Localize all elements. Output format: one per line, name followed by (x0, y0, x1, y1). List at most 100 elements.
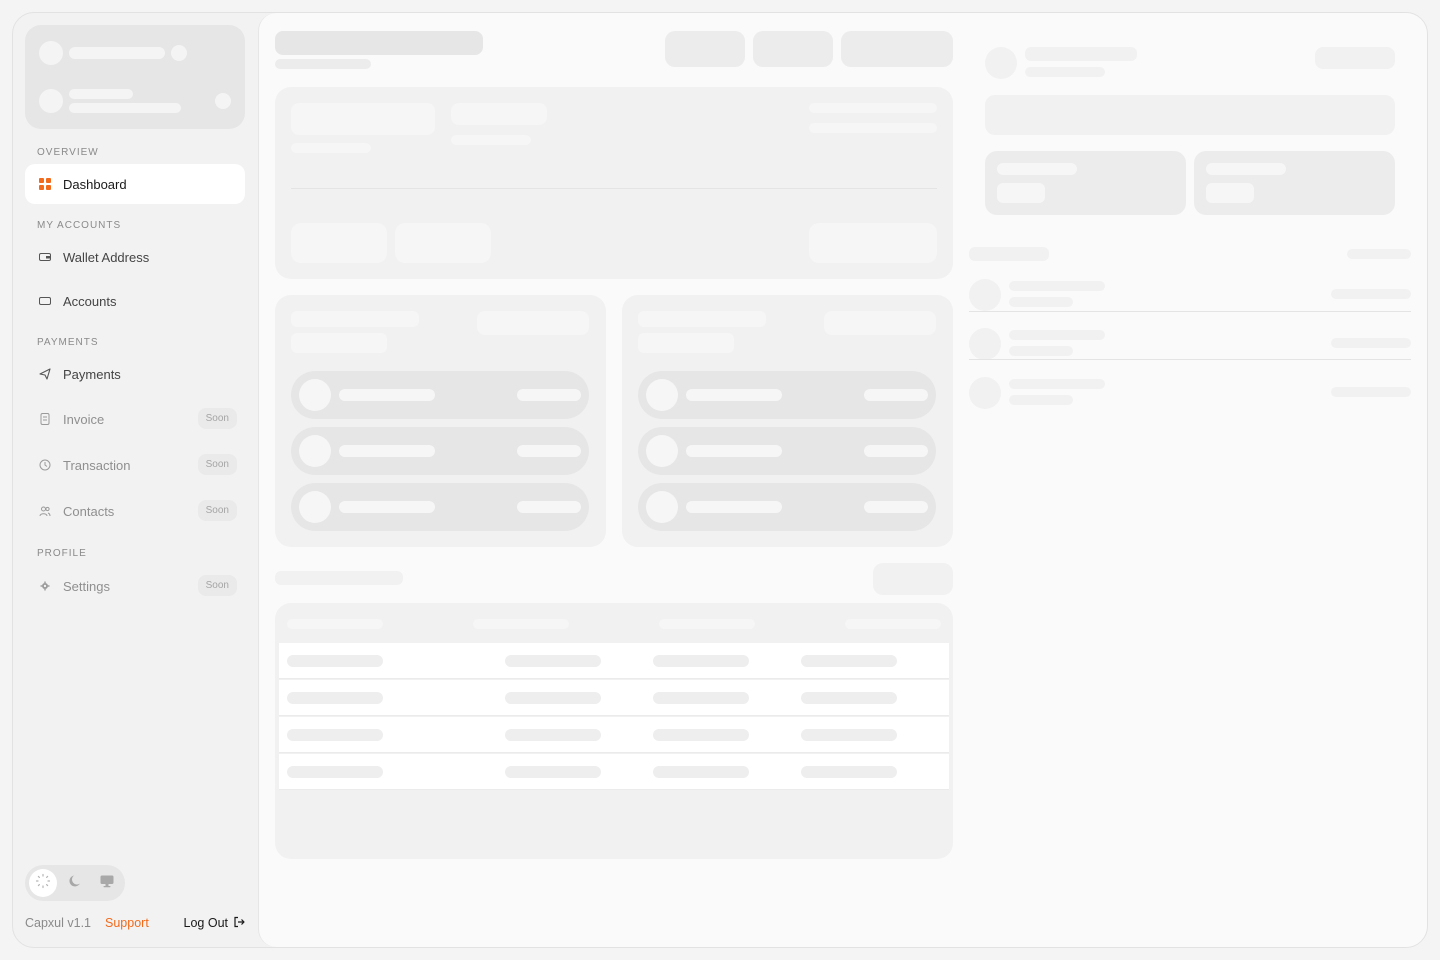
support-link[interactable]: Support (105, 916, 149, 930)
sidebar-item-payments[interactable]: Payments (25, 354, 245, 394)
theme-toggle (25, 865, 125, 901)
text-skeleton (291, 103, 435, 135)
logout-button[interactable]: Log Out (184, 916, 245, 931)
sidebar-footer: Capxul v1.1 Support Log Out (25, 913, 245, 933)
text-skeleton (1009, 297, 1073, 307)
text-skeleton (291, 143, 371, 153)
section-label-profile: PROFILE (37, 548, 87, 559)
text-skeleton (809, 123, 937, 133)
logout-icon (233, 916, 245, 931)
section-label-my-accounts: MY ACCOUNTS (37, 220, 122, 231)
avatar-skeleton (985, 47, 1017, 79)
text-skeleton (69, 47, 165, 59)
soon-badge: Soon (197, 408, 237, 429)
section-title-skeleton (275, 571, 403, 585)
soon-badge: Soon (197, 454, 237, 475)
text-skeleton (809, 103, 937, 113)
sun-icon (35, 873, 51, 894)
sidebar-item-settings[interactable]: Settings Soon (25, 566, 245, 606)
sidebar-item-label: Wallet Address (63, 249, 150, 265)
sidebar-item-accounts[interactable]: Accounts (25, 281, 245, 321)
text-skeleton (1331, 387, 1411, 397)
send-icon (39, 368, 51, 380)
avatar-skeleton (969, 279, 1001, 311)
list-item-skeleton[interactable] (638, 371, 936, 419)
button-skeleton[interactable] (873, 563, 953, 595)
table-row[interactable] (279, 680, 949, 716)
moon-icon (67, 873, 83, 894)
main-content-loading (258, 13, 1427, 947)
sidebar-item-wallet-address[interactable]: Wallet Address (25, 237, 245, 277)
history-icon (39, 459, 51, 471)
sidebar-item-transaction[interactable]: Transaction Soon (25, 445, 245, 485)
list-card-skeleton (275, 295, 606, 547)
header-button-skeleton[interactable] (841, 31, 953, 67)
header-button-skeleton[interactable] (753, 31, 833, 67)
text-skeleton (1009, 379, 1105, 389)
document-icon (39, 413, 51, 425)
theme-system-button[interactable] (93, 869, 121, 897)
divider (969, 311, 1411, 312)
section-title-skeleton (969, 247, 1049, 261)
button-skeleton[interactable] (1315, 47, 1395, 69)
section-label-payments: PAYMENTS (37, 337, 99, 348)
sidebar-item-label: Dashboard (63, 176, 127, 192)
profile-card-skeleton[interactable] (25, 25, 245, 129)
wallet-icon (39, 251, 51, 263)
page-subtitle-skeleton (275, 59, 371, 69)
users-icon (39, 505, 51, 517)
table-header-skeleton (845, 619, 941, 629)
soon-badge: Soon (197, 575, 237, 596)
card-icon (39, 295, 51, 307)
stat-card-skeleton (985, 151, 1186, 215)
text-skeleton (1009, 346, 1073, 356)
text-skeleton (1009, 281, 1105, 291)
sidebar-item-contacts[interactable]: Contacts Soon (25, 491, 245, 531)
button-skeleton[interactable] (809, 223, 937, 263)
input-skeleton[interactable] (985, 95, 1395, 135)
text-skeleton (451, 135, 531, 145)
button-skeleton[interactable] (477, 311, 589, 335)
table-header-skeleton (659, 619, 755, 629)
avatar-skeleton (969, 328, 1001, 360)
list-item-skeleton[interactable] (291, 483, 589, 531)
app-version: Capxul v1.1 (25, 916, 92, 930)
text-skeleton (1009, 395, 1073, 405)
sidebar-item-label: Payments (63, 366, 121, 382)
table-skeleton (275, 603, 953, 859)
table-row[interactable] (279, 717, 949, 753)
theme-dark-button[interactable] (61, 869, 89, 897)
balance-card-skeleton (275, 87, 953, 279)
link-skeleton[interactable] (1347, 249, 1411, 259)
list-item-skeleton[interactable] (291, 371, 589, 419)
sidebar-item-label: Accounts (63, 293, 117, 309)
sidebar-item-label: Invoice (63, 411, 105, 427)
avatar-skeleton (969, 377, 1001, 409)
sidebar: OVERVIEW Dashboard MY ACCOUNTS Wallet Ad… (13, 13, 257, 947)
text-skeleton (291, 311, 419, 327)
list-item-skeleton[interactable] (638, 427, 936, 475)
list-item-skeleton[interactable] (638, 483, 936, 531)
list-item-skeleton[interactable] (291, 427, 589, 475)
list-card-skeleton (622, 295, 953, 547)
text-skeleton (638, 333, 734, 353)
text-skeleton (1331, 338, 1411, 348)
icon-skeleton (215, 93, 231, 109)
icon-skeleton (171, 45, 187, 61)
button-skeleton[interactable] (824, 311, 936, 335)
sidebar-item-invoice[interactable]: Invoice Soon (25, 399, 245, 439)
button-skeleton[interactable] (395, 223, 491, 263)
button-skeleton[interactable] (291, 223, 387, 263)
table-header-skeleton (473, 619, 569, 629)
sidebar-item-dashboard[interactable]: Dashboard (25, 164, 245, 204)
avatar-skeleton (39, 89, 63, 113)
text-skeleton (69, 103, 181, 113)
monitor-icon (99, 873, 115, 894)
avatar-skeleton (39, 41, 63, 65)
text-skeleton (1025, 47, 1137, 61)
table-header-skeleton (287, 619, 383, 629)
theme-light-button[interactable] (29, 869, 57, 897)
table-row[interactable] (279, 643, 949, 679)
header-button-skeleton[interactable] (665, 31, 745, 67)
table-row[interactable] (279, 754, 949, 790)
